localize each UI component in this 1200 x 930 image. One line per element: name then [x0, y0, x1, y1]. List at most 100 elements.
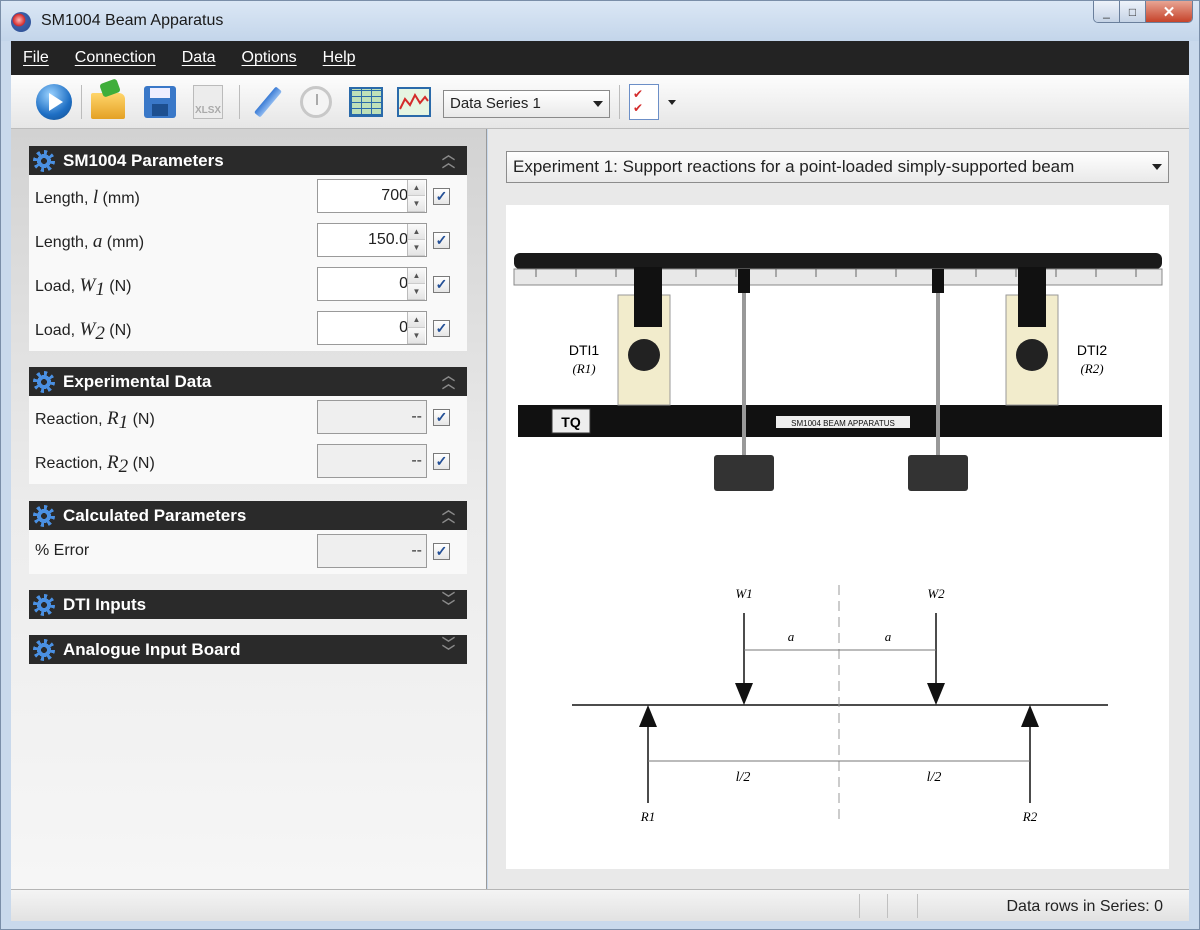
chevron-down-icon: [593, 101, 603, 107]
a-dimension-left: a: [788, 629, 795, 644]
r2-label: R2: [1022, 809, 1038, 824]
chart-line-icon: [399, 92, 429, 110]
chevron-down-icon[interactable]: ﹀ ﹀: [442, 592, 455, 613]
length-a-spinner[interactable]: ▲ ▼: [407, 224, 425, 256]
toolbar: XLSX Data Series 1: [11, 75, 1189, 129]
app-logo-icon: [11, 12, 31, 32]
close-button[interactable]: ✕: [1146, 1, 1192, 22]
play-icon: [36, 84, 72, 120]
param-row-load-w2: Load, W2 (N) 0 ▲ ▼ ✓: [29, 307, 467, 351]
reaction-r1-checkbox[interactable]: ✓: [433, 409, 450, 426]
exp-row-reaction-r2: Reaction, R2 (N) -- ✓: [29, 440, 467, 484]
section-header-calculated[interactable]: Calculated Parameters ︿ ︿: [29, 501, 467, 530]
gear-icon: [33, 149, 55, 172]
half-length-left: l/2: [736, 770, 751, 785]
minimize-button[interactable]: _: [1094, 1, 1120, 22]
gear-icon: [33, 593, 55, 616]
experiment-select-value: Experiment 1: Support reactions for a po…: [513, 157, 1075, 176]
param-label: Load, W1 (N): [35, 275, 132, 301]
spin-down-icon: ▼: [408, 196, 425, 212]
length-l-checkbox[interactable]: ✓: [433, 188, 450, 205]
load-w1-checkbox[interactable]: ✓: [433, 276, 450, 293]
load-w2-checkbox[interactable]: ✓: [433, 320, 450, 337]
param-label: Load, W2 (N): [35, 319, 132, 345]
spin-up-icon: ▲: [408, 224, 425, 240]
percent-error-checkbox[interactable]: ✓: [433, 543, 450, 560]
load-w2-spinner[interactable]: ▲ ▼: [407, 312, 425, 344]
menu-options[interactable]: Options: [242, 49, 297, 67]
tq-logo-text: TQ: [561, 414, 581, 430]
beam-label: SM1004 BEAM APPARATUS: [791, 419, 895, 428]
menu-bar: File Connection Data Options Help: [11, 41, 1189, 75]
status-divider: [859, 894, 860, 918]
length-a-checkbox[interactable]: ✓: [433, 232, 450, 249]
half-length-right: l/2: [927, 770, 942, 785]
section-body-parameters: Length, l (mm) 700 ▲ ▼ ✓ Length, a (mm) 1…: [29, 175, 467, 351]
r1-label: R1: [640, 809, 655, 824]
save-button[interactable]: [141, 83, 179, 121]
section-header-dti[interactable]: DTI Inputs ﹀ ﹀: [29, 590, 467, 619]
spin-down-icon: ▼: [408, 284, 425, 300]
checklist-dropdown-icon[interactable]: [668, 100, 676, 105]
parameters-panel: SM1004 Parameters ︿ ︿ Length, l (mm) 700 …: [11, 129, 487, 889]
r1-arrow: [639, 705, 657, 727]
menu-data[interactable]: Data: [182, 49, 216, 67]
chevron-up-icon[interactable]: ︿ ︿: [442, 503, 455, 524]
dti2-gauge: [1016, 339, 1048, 371]
chart-icon: [397, 87, 431, 117]
load-w1-spinner[interactable]: ▲ ▼: [407, 268, 425, 300]
toolbar-separator: [619, 85, 620, 119]
section-header-experimental[interactable]: Experimental Data ︿ ︿: [29, 367, 467, 396]
top-beam: [514, 253, 1162, 269]
section-title: Calculated Parameters: [63, 505, 247, 525]
chevron-down-icon[interactable]: ﹀ ﹀: [442, 637, 455, 658]
data-series-select[interactable]: Data Series 1: [443, 90, 610, 118]
open-button[interactable]: [89, 83, 127, 121]
reaction-r2-field: --: [317, 444, 427, 478]
clock-icon: [300, 86, 332, 118]
timer-button[interactable]: [297, 83, 335, 121]
edit-button[interactable]: [249, 83, 287, 121]
maximize-button[interactable]: □: [1120, 1, 1146, 22]
xlsx-icon: XLSX: [193, 85, 223, 119]
experiment-diagram: TQ SM1004 BEAM APPARATUS DTI1 (R1) DTI2 …: [506, 205, 1169, 869]
open-folder-icon: [91, 93, 125, 119]
dti2-reaction-label: (R2): [1080, 361, 1103, 376]
spin-down-icon: ▼: [408, 328, 425, 344]
window-controls: _ □ ✕: [1093, 1, 1193, 23]
chevron-up-icon[interactable]: ︿ ︿: [442, 369, 455, 390]
graph-view-button[interactable]: [395, 83, 433, 121]
dti1-reaction-label: (R1): [572, 361, 595, 376]
dti1-label: DTI1: [569, 342, 600, 358]
chevron-up-icon[interactable]: ︿ ︿: [442, 148, 455, 169]
dti2-label: DTI2: [1077, 342, 1108, 358]
calc-row-error: % Error -- ✓: [29, 530, 467, 574]
w1-label: W1: [735, 586, 752, 601]
table-icon: [349, 87, 383, 117]
gear-icon: [33, 638, 55, 661]
hanger-rod-left: [742, 277, 746, 457]
menu-connection[interactable]: Connection: [75, 49, 156, 67]
exp-row-reaction-r1: Reaction, R1 (N) -- ✓: [29, 396, 467, 440]
weight-left: [714, 455, 774, 491]
beam-diagram: TQ SM1004 BEAM APPARATUS DTI1 (R1) DTI2 …: [513, 253, 1163, 825]
menu-help[interactable]: Help: [323, 49, 356, 67]
gear-icon: [33, 370, 55, 393]
menu-file[interactable]: File: [23, 49, 49, 67]
calc-label: % Error: [35, 542, 90, 559]
table-view-button[interactable]: [347, 83, 385, 121]
section-header-parameters[interactable]: SM1004 Parameters ︿ ︿: [29, 146, 467, 175]
title-bar: SM1004 Beam Apparatus _ □ ✕: [1, 1, 1199, 41]
toolbar-separator: [239, 85, 240, 119]
experiment-select[interactable]: Experiment 1: Support reactions for a po…: [506, 151, 1169, 183]
spin-up-icon: ▲: [408, 268, 425, 284]
param-row-length-a: Length, a (mm) 150.0 ▲ ▼ ✓: [29, 219, 467, 263]
reaction-r2-checkbox[interactable]: ✓: [433, 453, 450, 470]
export-xlsx-button[interactable]: XLSX: [189, 83, 227, 121]
param-label: Length, l (mm): [35, 187, 140, 208]
start-button[interactable]: [35, 83, 73, 121]
length-l-spinner[interactable]: ▲ ▼: [407, 180, 425, 212]
section-header-analogue[interactable]: Analogue Input Board ﹀ ﹀: [29, 635, 467, 664]
checklist-button[interactable]: [625, 83, 663, 121]
a-dimension-right: a: [885, 629, 892, 644]
